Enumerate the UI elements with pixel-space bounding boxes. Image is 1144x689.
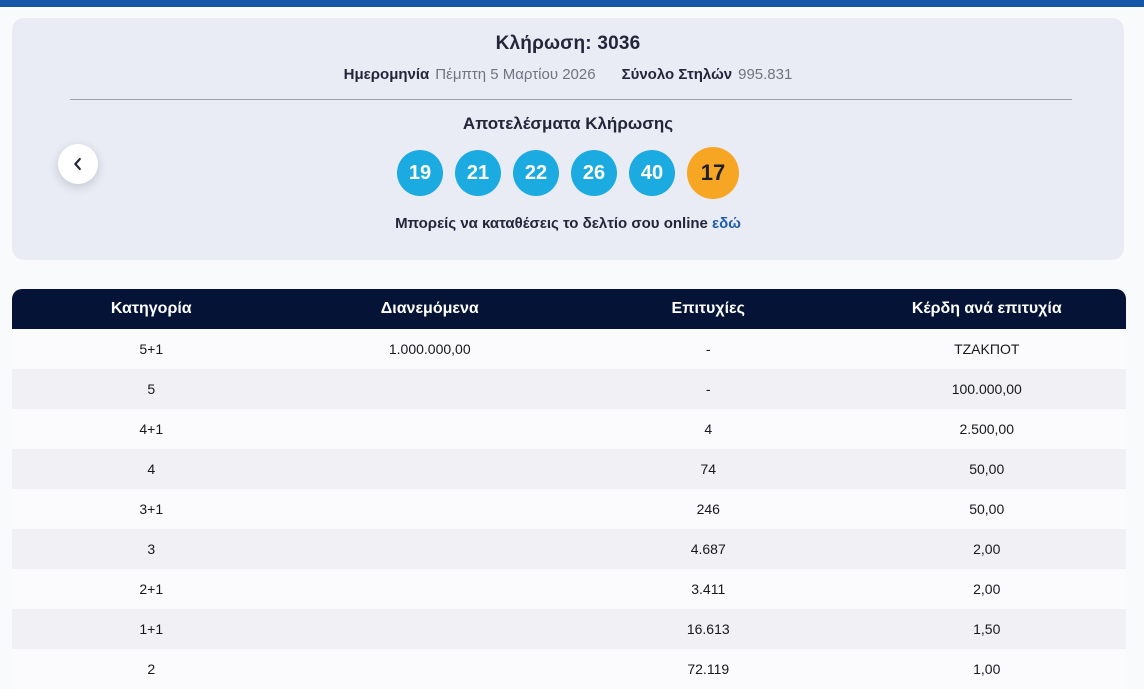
column-header: Κατηγορία [12,289,291,329]
table-row: 2 72.1191,00 [12,649,1126,689]
cell-winners: 72.119 [569,649,848,689]
total-columns: Σύνολο Στηλών 995.831 [622,66,793,83]
table-row: 4+1 42.500,00 [12,409,1126,449]
cell-distributed [291,409,570,449]
cell-prize: 50,00 [848,489,1127,529]
cell-distributed [291,489,570,529]
draw-date: Ημερομηνία Πέμπτη 5 Μαρτίου 2026 [344,66,596,83]
cell-category: 4+1 [12,409,291,449]
cell-winners: 3.411 [569,569,848,609]
cell-winners: 4.687 [569,529,848,569]
table-row: 4 7450,00 [12,449,1126,489]
cell-distributed [291,369,570,409]
column-header: Διανεμόμενα [291,289,570,329]
column-header: Επιτυχίες [569,289,848,329]
cell-prize: 1,50 [848,609,1127,649]
results-section-title: Αποτελέσματα Κλήρωσης [12,114,1124,134]
prize-table-header: ΚατηγορίαΔιανεμόμεναΕπιτυχίεςΚέρδη ανά ε… [12,289,1126,329]
draw-meta: Ημερομηνία Πέμπτη 5 Μαρτίου 2026 Σύνολο … [12,66,1124,83]
cell-category: 5+1 [12,329,291,369]
cell-winners: 16.613 [569,609,848,649]
cell-distributed [291,569,570,609]
cell-distributed [291,649,570,689]
cell-prize: 2,00 [848,569,1127,609]
cell-winners: 74 [569,449,848,489]
prize-table: ΚατηγορίαΔιανεμόμεναΕπιτυχίεςΚέρδη ανά ε… [12,289,1126,689]
cell-prize: 2.500,00 [848,409,1127,449]
drawn-number: 19 [397,150,443,196]
cell-winners: 4 [569,409,848,449]
joker-number: 17 [687,147,739,199]
draw-title: Κλήρωση: 3036 [12,18,1124,55]
previous-draw-button[interactable] [58,144,98,184]
cell-distributed [291,529,570,569]
prize-table-body: 5+11.000.000,00-ΤΖΑΚΠΟΤ5-100.000,004+142… [12,329,1126,689]
drawn-number: 26 [571,150,617,196]
submit-online-text: Μπορείς να καταθέσεις το δελτίο σου onli… [12,215,1124,232]
cell-category: 5 [12,369,291,409]
total-columns-label: Σύνολο Στηλών [622,66,733,83]
cell-prize: ΤΖΑΚΠΟΤ [848,329,1127,369]
cell-winners: 246 [569,489,848,529]
cell-prize: 1,00 [848,649,1127,689]
cell-prize: 2,00 [848,529,1127,569]
cell-distributed: 1.000.000,00 [291,329,570,369]
draw-results-card: Κλήρωση: 3036 Ημερομηνία Πέμπτη 5 Μαρτίο… [12,18,1124,260]
cell-category: 3 [12,529,291,569]
divider [70,99,1072,100]
table-row: 1+1 16.6131,50 [12,609,1126,649]
table-row: 2+1 3.4112,00 [12,569,1126,609]
chevron-left-icon [69,155,87,173]
cell-distributed [291,449,570,489]
cell-category: 2+1 [12,569,291,609]
cell-category: 2 [12,649,291,689]
drawn-numbers-row: 19 21 22 26 40 17 [12,147,1124,199]
cta-text: Μπορείς να καταθέσεις το δελτίο σου onli… [395,215,708,232]
drawn-number: 40 [629,150,675,196]
cell-prize: 100.000,00 [848,369,1127,409]
cell-category: 4 [12,449,291,489]
date-label: Ημερομηνία [344,66,430,83]
top-accent-bar [0,0,1144,7]
cell-distributed [291,609,570,649]
table-row: 5+11.000.000,00-ΤΖΑΚΠΟΤ [12,329,1126,369]
cell-winners: - [569,369,848,409]
cell-category: 3+1 [12,489,291,529]
column-header: Κέρδη ανά επιτυχία [848,289,1127,329]
table-row: 3 4.6872,00 [12,529,1126,569]
drawn-number: 22 [513,150,559,196]
date-value: Πέμπτη 5 Μαρτίου 2026 [435,66,595,83]
table-row: 3+1 24650,00 [12,489,1126,529]
cell-winners: - [569,329,848,369]
total-columns-value: 995.831 [738,66,792,83]
cell-category: 1+1 [12,609,291,649]
cell-prize: 50,00 [848,449,1127,489]
drawn-number: 21 [455,150,501,196]
submit-online-link[interactable]: εδώ [712,215,741,232]
table-row: 5 -100.000,00 [12,369,1126,409]
